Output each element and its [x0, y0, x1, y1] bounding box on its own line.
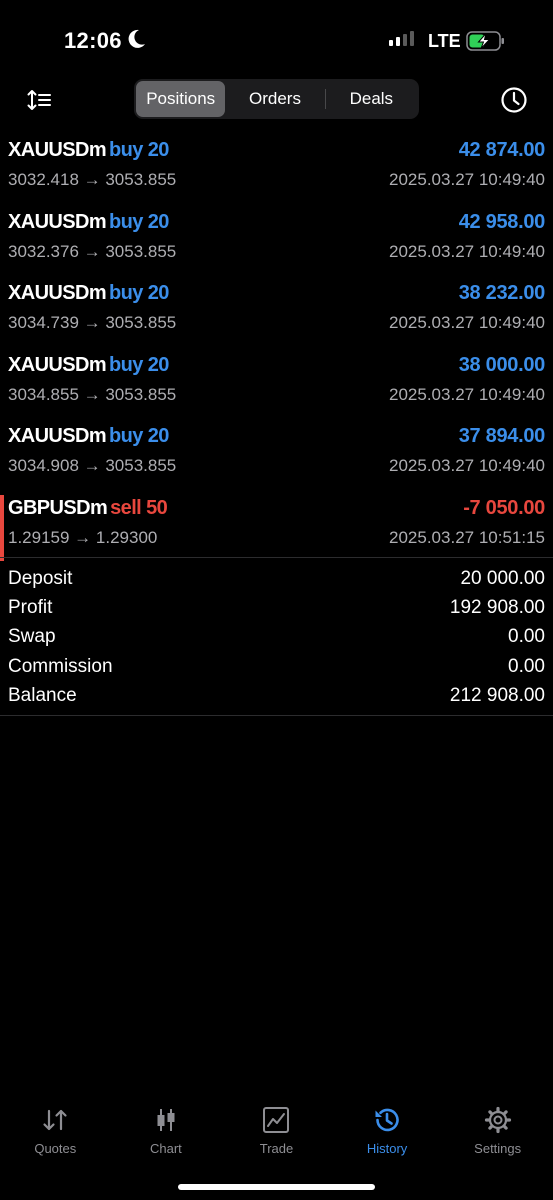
position-row[interactable]: GBPUSDm sell 50 -7 050.00 1.29159 → 1.293…	[0, 494, 553, 567]
summary-value: 192 908.00	[449, 597, 545, 619]
position-side: sell 50	[110, 496, 168, 519]
history-segmented-control: Positions Orders Deals	[134, 79, 419, 119]
position-prices: 3034.739 → 3053.855	[8, 313, 177, 332]
tab-orders[interactable]: Orders	[225, 81, 324, 117]
position-side: buy 20	[109, 353, 169, 376]
summary-label: Profit	[8, 597, 53, 619]
position-side: buy 20	[109, 210, 169, 233]
position-symbol: XAUUSDm	[8, 353, 107, 376]
tab-label: Settings	[474, 1141, 522, 1156]
summary-swap: Swap 0.00	[0, 624, 553, 653]
quotes-icon	[43, 1109, 67, 1131]
position-prices: 1.29159 → 1.29300	[8, 527, 158, 547]
summary-label: Swap	[8, 626, 56, 648]
position-side: buy 20	[109, 139, 169, 161]
position-row[interactable]: XAUUSDm buy 20 38 232.00 3034.739 → 3053.…	[0, 280, 553, 352]
summary-label: Commission	[8, 655, 113, 677]
summary-commission: Commission 0.00	[0, 654, 553, 683]
position-row[interactable]: XAUUSDm buy 20 37 894.00 3034.908 → 3053.…	[0, 423, 553, 495]
position-profit: -7 050.00	[463, 496, 545, 519]
position-symbol-line: XAUUSDm buy 20	[8, 354, 169, 377]
position-symbol: XAUUSDm	[8, 210, 107, 233]
status-time: 12:06	[64, 28, 122, 53]
summary-label: Balance	[8, 684, 77, 706]
position-time: 2025.03.27 10:49:40	[389, 241, 545, 261]
position-prices: 3034.908 → 3053.855	[8, 456, 177, 475]
summary-value: 0.00	[508, 655, 545, 677]
tab-positions[interactable]: Positions	[136, 81, 226, 117]
position-profit: 42 958.00	[458, 210, 546, 233]
status-bar: 12:06 LTE	[0, 0, 553, 80]
signal-icon	[389, 31, 414, 46]
position-profit: 42 874.00	[458, 139, 546, 161]
history-header: Positions Orders Deals	[0, 79, 553, 121]
tab-label: Trade	[259, 1141, 294, 1156]
tab-history[interactable]: History	[332, 1097, 443, 1167]
moon-icon	[128, 29, 145, 48]
tab-label: Quotes	[34, 1141, 77, 1156]
position-time: 2025.03.27 10:49:40	[389, 313, 545, 332]
bottom-tab-bar: Quotes Chart Trade History Settings	[0, 1097, 553, 1167]
position-symbol: GBPUSDm	[8, 496, 108, 519]
position-row[interactable]: XAUUSDm buy 20 42 958.00 3032.376 → 3053.…	[0, 209, 553, 281]
summary-value: 0.00	[508, 626, 545, 648]
summary-balance: Balance 212 908.00	[0, 683, 553, 712]
selected-row-marker	[0, 494, 4, 561]
positions-list: XAUUSDm buy 20 42 874.00 3032.418 → 3053.…	[0, 137, 553, 566]
account-summary: Deposit 20 000.00 Profit 192 908.00 Swap…	[0, 566, 553, 712]
position-time: 2025.03.27 10:51:15	[389, 527, 545, 547]
position-symbol: XAUUSDm	[8, 139, 107, 161]
home-indicator	[178, 1184, 375, 1190]
position-prices: 3032.376 → 3053.855	[8, 241, 177, 261]
summary-value: 20 000.00	[460, 568, 545, 589]
position-symbol-line: XAUUSDm buy 20	[8, 425, 169, 448]
position-side: buy 20	[109, 425, 169, 447]
history-icon	[375, 1108, 399, 1132]
summary-value: 212 908.00	[449, 684, 545, 706]
summary-top-divider	[0, 557, 553, 558]
position-symbol: XAUUSDm	[8, 425, 107, 447]
position-prices: 3032.418 → 3053.855	[8, 170, 177, 189]
position-symbol-line: XAUUSDm buy 20	[8, 282, 169, 305]
tab-label: History	[366, 1141, 408, 1156]
trade-icon	[263, 1107, 290, 1133]
position-time: 2025.03.27 10:49:40	[389, 456, 545, 475]
tab-settings[interactable]: Settings	[442, 1097, 553, 1167]
summary-label: Deposit	[8, 568, 73, 589]
battery-charging-icon	[466, 31, 504, 51]
position-symbol-line: XAUUSDm buy 20	[8, 211, 169, 234]
position-side: buy 20	[109, 282, 169, 304]
network-type: LTE	[428, 31, 461, 51]
summary-bottom-divider	[0, 715, 553, 716]
settings-icon	[484, 1106, 511, 1134]
clock-icon[interactable]	[499, 85, 529, 115]
tab-label: Chart	[149, 1141, 182, 1156]
position-time: 2025.03.27 10:49:40	[389, 384, 545, 404]
position-symbol-line: XAUUSDm buy 20	[8, 139, 169, 162]
tab-quotes[interactable]: Quotes	[0, 1097, 111, 1167]
position-time: 2025.03.27 10:49:40	[389, 170, 545, 189]
sort-icon[interactable]	[26, 86, 54, 114]
tab-trade[interactable]: Trade	[221, 1097, 332, 1167]
position-symbol-line: GBPUSDm sell 50	[8, 496, 168, 520]
summary-deposit: Deposit 20 000.00	[0, 566, 553, 595]
position-symbol: XAUUSDm	[8, 282, 107, 304]
position-prices: 3034.855 → 3053.855	[8, 384, 177, 404]
tab-deals[interactable]: Deals	[326, 81, 417, 117]
position-row[interactable]: XAUUSDm buy 20 42 874.00 3032.418 → 3053.…	[0, 137, 553, 209]
position-profit: 38 000.00	[458, 353, 546, 376]
summary-profit: Profit 192 908.00	[0, 595, 553, 624]
position-row[interactable]: XAUUSDm buy 20 38 000.00 3034.855 → 3053.…	[0, 352, 553, 424]
tab-chart[interactable]: Chart	[111, 1097, 222, 1167]
chart-icon	[157, 1109, 175, 1131]
position-profit: 37 894.00	[458, 425, 546, 447]
position-profit: 38 232.00	[458, 282, 546, 304]
